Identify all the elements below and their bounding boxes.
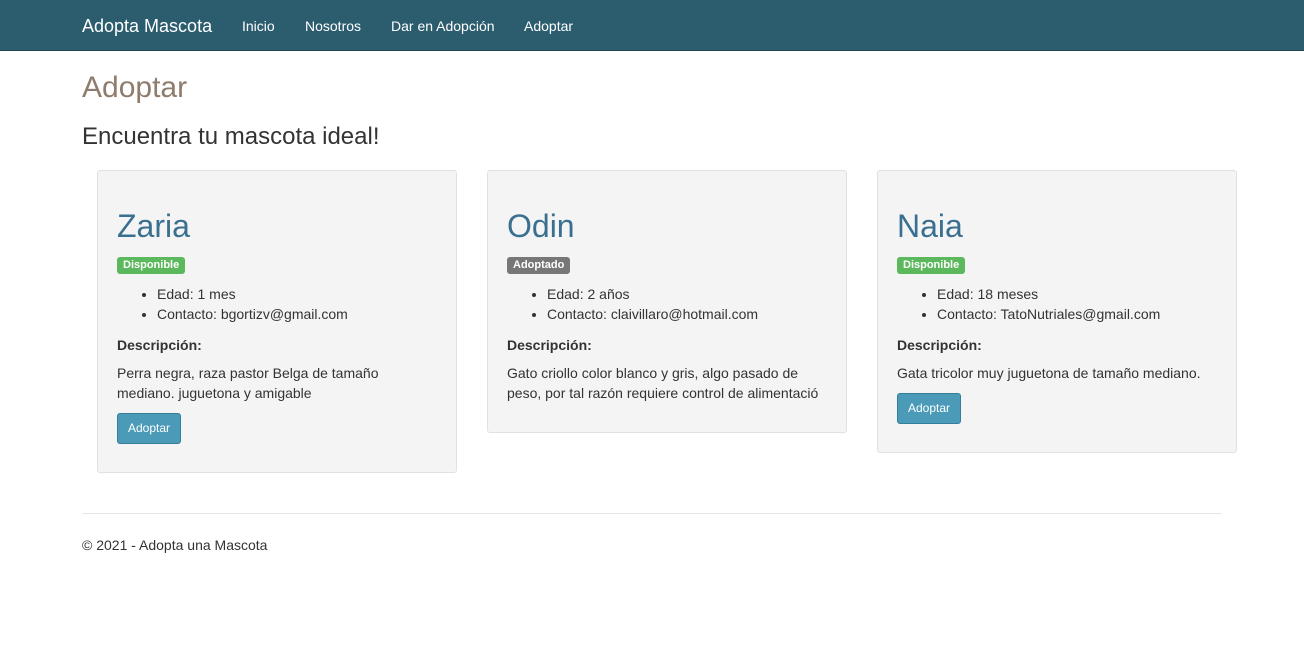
status-badge: Disponible xyxy=(117,257,186,274)
nav-link-nosotros[interactable]: Nosotros xyxy=(305,17,361,35)
page-subtitle: Encuentra tu mascota ideal! xyxy=(82,123,380,150)
pet-name: Odin xyxy=(507,208,575,244)
pet-age: Edad: 18 meses xyxy=(937,284,1160,304)
pet-contact: Contacto: bgortizv@gmail.com xyxy=(157,304,348,324)
adopt-button[interactable]: Adoptar xyxy=(117,413,182,444)
pet-card-odin: Odin Adoptado Edad: 2 años Contacto: cla… xyxy=(487,170,847,433)
footer-copyright: © 2021 - Adopta una Mascota xyxy=(82,537,268,553)
pet-name: Zaria xyxy=(117,208,190,244)
description-line: peso, por tal razón requiere control de … xyxy=(507,385,819,401)
pet-details-list: Edad: 1 mes Contacto: bgortizv@gmail.com xyxy=(157,284,348,324)
pet-description: Perra negra, raza pastor Belga de tamaño… xyxy=(117,363,439,403)
pet-details-list: Edad: 2 años Contacto: claivillaro@hotma… xyxy=(547,284,758,324)
nav-link-inicio[interactable]: Inicio xyxy=(242,17,275,35)
pet-age: Edad: 2 años xyxy=(547,284,758,304)
pet-card-naia: Naia Disponible Edad: 18 meses Contacto:… xyxy=(877,170,1237,453)
pet-contact: Contacto: claivillaro@hotmail.com xyxy=(547,304,758,324)
pet-description: Gato criollo color blanco y gris, algo p… xyxy=(507,363,829,403)
description-line: Perra negra, raza pastor Belga de tamaño xyxy=(117,365,379,381)
nav-link-dar-en-adopcion[interactable]: Dar en Adopción xyxy=(391,17,495,35)
top-navbar: Adopta Mascota Inicio Nosotros Dar en Ad… xyxy=(0,0,1304,51)
pet-card-zaria: Zaria Disponible Edad: 1 mes Contacto: b… xyxy=(97,170,457,473)
pet-name: Naia xyxy=(897,208,963,244)
pet-age: Edad: 1 mes xyxy=(157,284,348,304)
brand-link[interactable]: Adopta Mascota xyxy=(82,15,212,37)
description-line: Gato criollo color blanco y gris, algo p… xyxy=(507,365,799,381)
nav-link-adoptar[interactable]: Adoptar xyxy=(524,17,573,35)
status-badge: Disponible xyxy=(897,257,966,274)
description-line: Gata tricolor muy juguetona de tamaño me… xyxy=(897,365,1201,381)
page-title: Adoptar xyxy=(82,71,188,104)
pet-description: Gata tricolor muy juguetona de tamaño me… xyxy=(897,363,1219,383)
adopt-button[interactable]: Adoptar xyxy=(897,393,962,424)
footer-divider xyxy=(82,513,1222,514)
description-label: Descripción: xyxy=(507,337,592,353)
description-label: Descripción: xyxy=(117,337,202,353)
description-line: mediano. juguetona y amigable xyxy=(117,385,312,401)
description-label: Descripción: xyxy=(897,337,982,353)
status-badge: Adoptado xyxy=(507,257,571,274)
pet-contact: Contacto: TatoNutriales@gmail.com xyxy=(937,304,1160,324)
pet-details-list: Edad: 18 meses Contacto: TatoNutriales@g… xyxy=(937,284,1160,324)
